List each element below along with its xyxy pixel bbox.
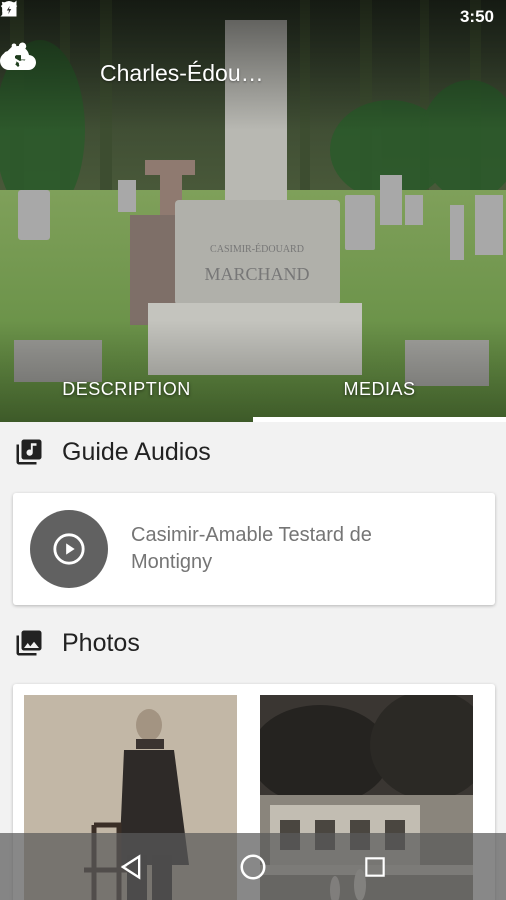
photos-section-title: Photos: [62, 628, 140, 657]
page-title: Charles-Édou…: [100, 59, 264, 86]
nav-back-button[interactable]: [101, 837, 161, 897]
photos-section-header: Photos: [14, 628, 140, 658]
monument-text-line2: MARCHAND: [204, 264, 309, 284]
library-music-icon: [14, 437, 44, 467]
app-bar: Charles-Édou…: [0, 40, 506, 106]
nav-recents-button[interactable]: [345, 837, 405, 897]
audio-item-name: Casimir-Amable Testard de Montigny: [131, 524, 372, 573]
battery-charging-icon: [4, 2, 14, 17]
nav-home-button[interactable]: [223, 837, 283, 897]
share-button[interactable]: [3, 42, 454, 99]
hero-image: CASIMIR-ÉDOUARD MARCHAND 3:50 Charles-Éd…: [0, 0, 506, 422]
more-options-button[interactable]: [11, 43, 506, 99]
status-bar: 3:50: [0, 0, 506, 34]
navigation-bar: [0, 833, 506, 900]
more-vert-icon: [11, 43, 17, 65]
back-triangle-icon: [120, 853, 141, 880]
tab-medias[interactable]: MEDIAS: [253, 356, 506, 422]
recents-square-icon: [365, 856, 385, 877]
play-circle-icon: [53, 533, 85, 565]
tab-bar: DESCRIPTION MEDIAS: [0, 356, 506, 422]
audio-section-title: Guide Audios: [62, 437, 211, 466]
play-button[interactable]: [30, 510, 108, 588]
tab-description[interactable]: DESCRIPTION: [0, 356, 253, 422]
monument-text-line1: CASIMIR-ÉDOUARD: [210, 243, 304, 255]
audio-section-header: Guide Audios: [14, 437, 211, 467]
download-button[interactable]: [0, 46, 402, 99]
home-circle-icon: [240, 854, 266, 879]
audio-item[interactable]: Casimir-Amable Testard de Montigny: [13, 493, 495, 605]
photo-library-icon: [14, 628, 44, 658]
status-time: 3:50: [459, 7, 494, 26]
